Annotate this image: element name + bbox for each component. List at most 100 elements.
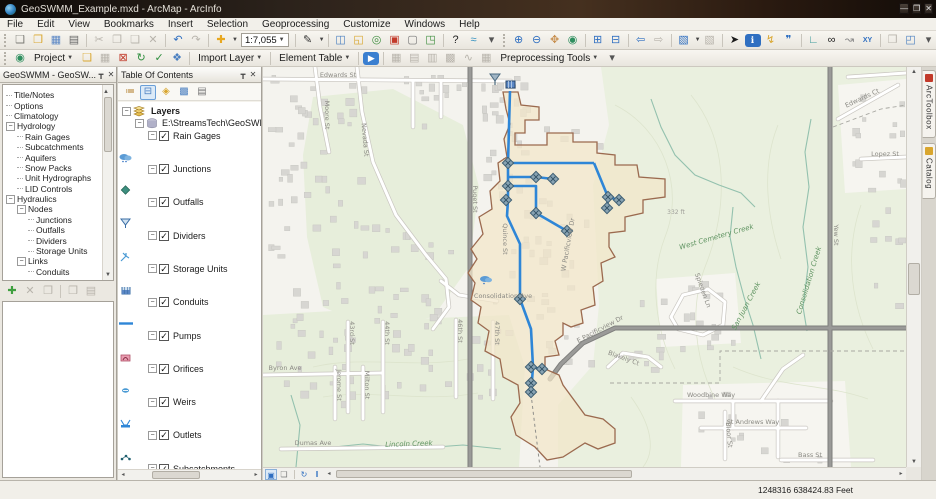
- undo-button[interactable]: ↶: [170, 33, 186, 48]
- redo-button[interactable]: ↷: [188, 33, 204, 48]
- toc-layer-outlets[interactable]: − ✓ Outlets: [118, 429, 261, 441]
- identify-button[interactable]: ℹ: [744, 33, 761, 47]
- refresh-view-button[interactable]: ↻: [298, 469, 310, 480]
- map-vertical-scrollbar[interactable]: ▲ ▼: [906, 67, 921, 467]
- rain-gage-symbol-icon[interactable]: [118, 152, 258, 163]
- fixed-zoom-in-button[interactable]: ⊞: [590, 33, 606, 48]
- delete-button[interactable]: ✕: [145, 33, 161, 48]
- dock-tab-arctoolbox[interactable]: ArcToolbox: [922, 70, 936, 138]
- geoswmm-tree-item-rain-gages[interactable]: Rain Gages: [3, 132, 113, 142]
- layer-checkbox[interactable]: ✓: [159, 297, 169, 308]
- open-element-button[interactable]: ❒: [65, 284, 81, 299]
- geoswmm-tree-item-outfalls[interactable]: Outfalls: [3, 225, 113, 235]
- report-table-button[interactable]: ▦: [388, 51, 404, 66]
- scroll-left-arrow[interactable]: ◂: [324, 469, 334, 479]
- print-button[interactable]: ▤: [66, 33, 82, 48]
- pump-symbol-icon[interactable]: [118, 352, 258, 363]
- map-canvas[interactable]: Edwards StMoore StNevada StPuget StQuinc…: [263, 67, 906, 467]
- data-view-button[interactable]: ▣: [265, 468, 277, 480]
- pan-button[interactable]: ✥: [547, 33, 563, 48]
- measure-button[interactable]: ∟: [806, 33, 822, 48]
- fixed-zoom-out-button[interactable]: ⊟: [608, 33, 624, 48]
- forward-extent-button[interactable]: ⇨: [651, 33, 667, 48]
- toc-layer-outfalls[interactable]: − ✓ Outfalls: [118, 196, 261, 208]
- project-globe-button[interactable]: ◉: [12, 51, 28, 66]
- save-document-button[interactable]: ▦: [48, 33, 64, 48]
- geoswmm-tree-item-dividers[interactable]: Dividers: [3, 235, 113, 246]
- editor-pencil-button[interactable]: ✎: [300, 33, 316, 48]
- tree-expander-icon[interactable]: −: [148, 397, 157, 407]
- menu-windows[interactable]: Windows: [398, 19, 453, 30]
- menu-view[interactable]: View: [61, 19, 97, 30]
- menu-file[interactable]: File: [0, 19, 30, 30]
- scrollbar-thumb[interactable]: [152, 471, 200, 479]
- report-scatter-button[interactable]: ▩: [442, 51, 458, 66]
- geoswmm-tree-item-conduits[interactable]: Conduits: [3, 267, 113, 277]
- find-route-button[interactable]: ↝: [842, 33, 858, 48]
- close-icon[interactable]: ✕: [248, 70, 258, 79]
- close-project-button[interactable]: ⊠: [115, 51, 131, 66]
- scroll-up-arrow[interactable]: ▲: [907, 67, 921, 77]
- minimize-button[interactable]: —: [899, 3, 910, 14]
- report-profile-button[interactable]: ∿: [460, 51, 476, 66]
- search-window-button[interactable]: ◎: [369, 33, 385, 48]
- orifice-symbol-icon[interactable]: [118, 385, 258, 396]
- menu-help[interactable]: Help: [452, 19, 487, 30]
- layer-checkbox[interactable]: ✓: [159, 397, 169, 408]
- menu-selection[interactable]: Selection: [200, 19, 255, 30]
- tree-expander-icon[interactable]: −: [135, 118, 144, 128]
- new-document-button[interactable]: ❑: [12, 33, 28, 48]
- tree-expander-icon[interactable]: −: [148, 231, 157, 241]
- run-simulation-button[interactable]: ▶: [363, 51, 380, 65]
- delete-element-button[interactable]: ✕: [22, 284, 38, 299]
- close-button[interactable]: ✕: [924, 3, 933, 14]
- scrollbar-thumb[interactable]: [104, 97, 112, 152]
- add-element-button[interactable]: ✚: [4, 284, 20, 299]
- maximize-button[interactable]: ❐: [912, 3, 922, 14]
- hyperlink-button[interactable]: ↯: [763, 33, 779, 48]
- layer-checkbox[interactable]: ✓: [159, 197, 169, 208]
- conduit-symbol-icon[interactable]: [118, 318, 258, 329]
- list-by-visibility-button[interactable]: ◈: [158, 85, 174, 100]
- divider-symbol-icon[interactable]: [118, 252, 258, 263]
- toc-layer-rain-gages[interactable]: − ✓ Rain Gages: [118, 130, 261, 142]
- select-elements-button[interactable]: ➤: [727, 33, 743, 48]
- menu-insert[interactable]: Insert: [161, 19, 200, 30]
- layer-checkbox[interactable]: ✓: [159, 430, 169, 441]
- list-by-drawing-order-button[interactable]: ≔: [122, 85, 138, 100]
- paste-button[interactable]: ❏: [127, 33, 143, 48]
- arctoolbox-window-button[interactable]: ▣: [387, 33, 403, 48]
- geoswmm-tree-item-options[interactable]: Options: [3, 100, 113, 111]
- toc-item-layers[interactable]: − Layers: [118, 105, 261, 117]
- magnifier-window-button[interactable]: ◰: [903, 33, 919, 48]
- pause-drawing-button[interactable]: ‖: [311, 469, 323, 480]
- tree-expander-icon[interactable]: −: [6, 194, 15, 204]
- project-menu-button[interactable]: Project ▼: [29, 51, 78, 66]
- geoswmm-tree-item-aquifers[interactable]: Aquifers: [3, 152, 113, 163]
- geoswmm-tree-item-lid-controls[interactable]: LID Controls: [3, 184, 113, 194]
- modelbuilder-window-button[interactable]: ◳: [423, 33, 439, 48]
- layout-view-button[interactable]: ❏: [278, 469, 290, 480]
- report-graph-button[interactable]: ▤: [406, 51, 422, 66]
- new-project-button[interactable]: ❑: [79, 51, 95, 66]
- geoswmm-tree-item-links[interactable]: − Links: [3, 256, 113, 266]
- tree-expander-icon[interactable]: −: [17, 256, 26, 266]
- open-document-button[interactable]: ❒: [30, 33, 46, 48]
- toc-options-button[interactable]: ▤: [194, 85, 210, 100]
- python-window-button[interactable]: ▢: [405, 33, 421, 48]
- refresh-project-button[interactable]: ↻: [133, 51, 149, 66]
- preprocessing-tools-menu-button[interactable]: Preprocessing Tools ▼: [495, 51, 603, 66]
- toc-window-button[interactable]: ◫: [333, 33, 349, 48]
- select-features-button[interactable]: ▧: [676, 33, 692, 48]
- pin-icon[interactable]: ┳: [238, 70, 248, 79]
- close-icon[interactable]: ✕: [106, 70, 116, 79]
- menu-geoprocessing[interactable]: Geoprocessing: [255, 19, 336, 30]
- layer-checkbox[interactable]: ✓: [159, 263, 169, 274]
- import-layer-menu-button[interactable]: Import Layer ▼: [193, 51, 267, 66]
- find-button[interactable]: ∞: [824, 33, 840, 48]
- geoswmm-overflow-button[interactable]: ▾: [604, 51, 620, 66]
- catalog-window-button[interactable]: ◱: [351, 33, 367, 48]
- outlet-symbol-icon[interactable]: [118, 452, 258, 463]
- toc-horizontal-scrollbar[interactable]: ◂ ▸: [118, 469, 261, 480]
- menu-customize[interactable]: Customize: [336, 19, 397, 30]
